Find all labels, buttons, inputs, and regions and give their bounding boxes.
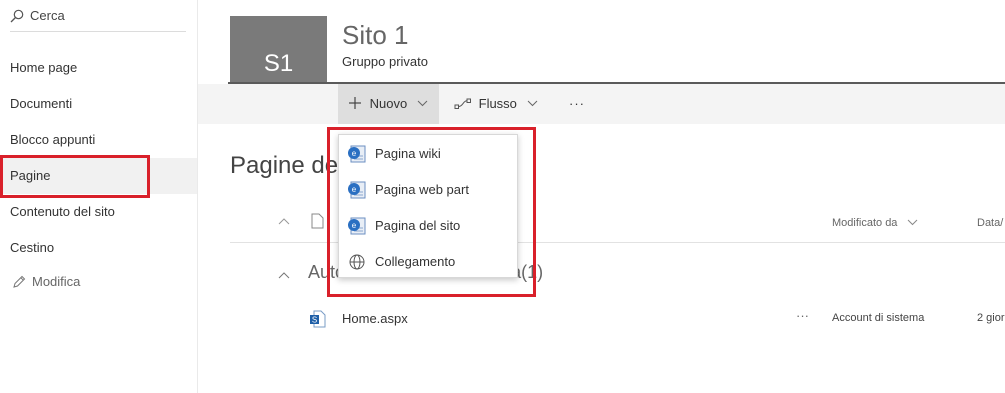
flow-button-label: Flusso: [478, 96, 517, 111]
nav-item-home[interactable]: Home page: [0, 50, 197, 86]
highlight-box-new-menu: [327, 127, 536, 297]
column-header-modified-by[interactable]: Modificato da: [832, 217, 918, 229]
new-button-label: Nuovo: [369, 96, 408, 111]
site-title[interactable]: Sito 1: [342, 20, 409, 51]
site-subtitle: Gruppo privato: [342, 54, 428, 69]
nav-item-notebook[interactable]: Blocco appunti: [0, 122, 197, 158]
search-box[interactable]: Cerca: [10, 6, 186, 32]
more-commands-button[interactable]: ···: [562, 84, 592, 124]
chevron-down-icon: [527, 100, 537, 107]
row-more-button[interactable]: ···: [796, 308, 809, 323]
search-label: Cerca: [30, 8, 65, 23]
edit-label: Modifica: [32, 274, 81, 289]
chevron-down-icon: [417, 100, 428, 107]
row-date: 2 giorni fa: [977, 312, 1005, 324]
nav-item-documents[interactable]: Documenti: [0, 86, 197, 122]
row-modified-by: Account di sistema: [832, 312, 925, 324]
svg-text:S: S: [312, 316, 317, 325]
flow-icon: [454, 98, 471, 109]
nav-item-site-contents[interactable]: Contenuto del sito: [0, 194, 197, 230]
column-header-modified-by-label: Modificato da: [832, 217, 898, 229]
column-header-date[interactable]: Data/: [977, 217, 1003, 229]
plus-icon: [349, 97, 361, 109]
chevron-down-icon: [907, 219, 917, 226]
search-icon: [10, 9, 24, 23]
chevron-up-icon[interactable]: [278, 217, 290, 225]
collapse-group-icon[interactable]: [278, 271, 290, 279]
new-button[interactable]: Nuovo: [338, 84, 439, 124]
file-name[interactable]: Home.aspx: [342, 311, 408, 326]
aspx-file-icon: S: [310, 310, 326, 328]
file-type-icon[interactable]: [311, 213, 324, 229]
nav-item-recycle-bin[interactable]: Cestino: [0, 230, 197, 266]
command-bar: [198, 84, 1005, 124]
flow-button[interactable]: Flusso: [450, 84, 550, 124]
edit-nav-link[interactable]: Modifica: [12, 272, 80, 292]
highlight-box-pages: [0, 155, 150, 198]
pencil-icon: [13, 275, 26, 288]
